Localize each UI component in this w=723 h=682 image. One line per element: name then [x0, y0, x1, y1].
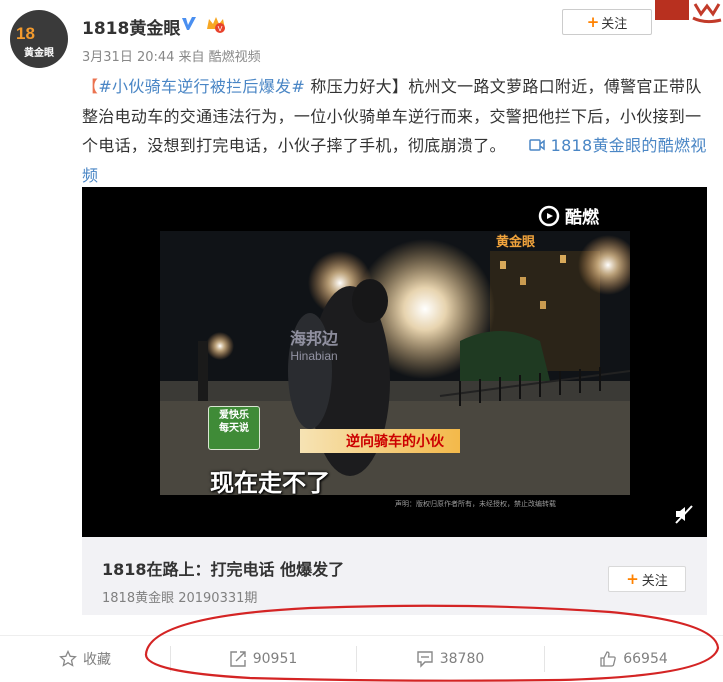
channel-badge-text: 黄金眼 — [496, 235, 536, 250]
channel-badge: 黄金眼 — [496, 231, 535, 250]
kuran-logo: 酷燃 — [537, 203, 599, 228]
annotation-ellipse — [144, 604, 720, 682]
card-title[interactable]: 1818在路上：打完电话 他爆发了 — [102, 556, 344, 580]
kuran-logo-text: 酷燃 — [565, 208, 599, 228]
card-follow-label: 关注 — [641, 573, 668, 589]
vip-crown-icon: V — [207, 17, 225, 33]
mute-icon[interactable] — [673, 503, 695, 525]
follow-label: 关注 — [601, 16, 628, 32]
video-link-icon — [529, 139, 545, 151]
watermark: 海邦边 Hinabian — [290, 325, 338, 363]
ad-text-2: 每天说 — [219, 423, 249, 434]
video-subtitle: 现在走不了 — [210, 469, 330, 495]
watermark-cn: 海邦边 — [290, 329, 339, 348]
watermark-en: Hinabian — [290, 349, 338, 363]
avatar[interactable]: 18 黄金眼 — [10, 10, 68, 68]
video-frame: 黄金眼 海邦边 Hinabian 爱快乐 每天说 逆向骑车的小伙 现在走不了 — [160, 231, 630, 495]
ad-box: 爱快乐 每天说 — [208, 406, 260, 450]
follow-button[interactable]: + 关注 — [562, 9, 652, 35]
decoration-corner-icon — [655, 0, 722, 24]
topic-link[interactable]: #小伙骑车逆行被拦后爆发# — [98, 77, 305, 96]
favorite-label: 收藏 — [83, 651, 111, 668]
post-body: 【#小伙骑车逆行被拦后爆发# 称压力好大】杭州文一路文萝路口附近，傅警官正带队整… — [82, 72, 712, 190]
bracket-open: 【 — [82, 77, 99, 96]
caption-label: 逆向骑车的小伙 — [300, 429, 460, 453]
avatar-logo-number: 18 — [16, 24, 35, 43]
ad-text-1: 爱快乐 — [219, 410, 249, 421]
verified-icon — [182, 17, 196, 30]
plus-icon: + — [586, 13, 600, 31]
post-meta: 3月31日 20:44 来自 酷燃视频 — [82, 50, 261, 65]
kuran-logo-icon — [538, 205, 560, 226]
svg-text:V: V — [218, 25, 223, 33]
video-scene — [160, 231, 630, 495]
plus-icon: + — [626, 570, 639, 588]
star-icon — [59, 649, 77, 667]
video-notice: 声明：版权归原作者所有，未经授权，禁止改编转载 — [395, 500, 556, 508]
account-name[interactable]: 1818黄金眼 — [82, 14, 180, 39]
card-follow-button[interactable]: + 关注 — [608, 566, 686, 592]
caption-label-text: 逆向骑车的小伙 — [346, 434, 444, 450]
avatar-logo-text: 黄金眼 — [24, 48, 54, 59]
